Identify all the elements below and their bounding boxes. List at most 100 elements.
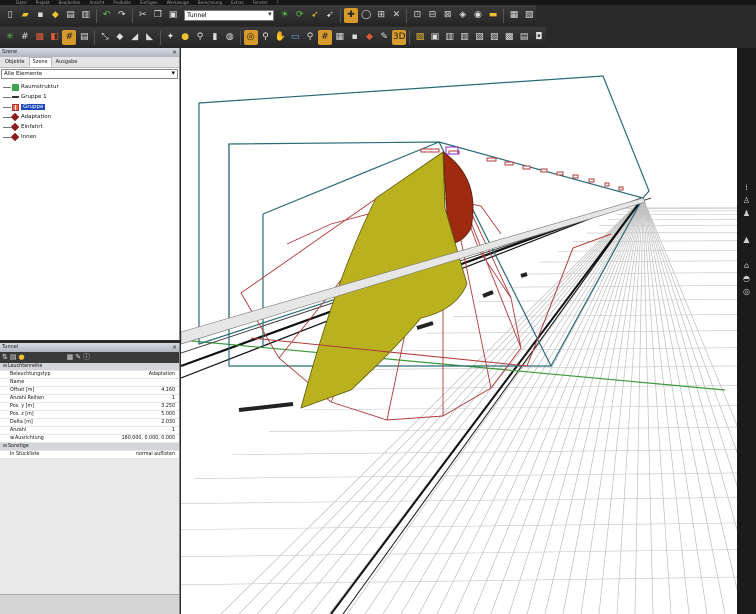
doc1-icon[interactable]: ▥ xyxy=(443,30,457,45)
bulb-icon[interactable]: ● xyxy=(19,354,25,361)
shape-icon[interactable]: ◆ xyxy=(113,30,127,45)
surface-icon[interactable]: ◆ xyxy=(363,30,377,45)
table-icon[interactable]: ▤ xyxy=(77,30,91,45)
category-leuchtenreihe[interactable]: ⊟Leuchtenreihe xyxy=(0,363,179,371)
rotate-circle-icon[interactable]: ◯ xyxy=(359,8,373,23)
pan-icon[interactable]: ✋ xyxy=(273,30,287,45)
calculator-icon[interactable]: ▦ xyxy=(507,8,521,23)
luminaire-icon[interactable]: ◣ xyxy=(143,30,157,45)
luminaire[interactable] xyxy=(604,182,610,187)
cut-icon[interactable]: ✂ xyxy=(136,8,150,23)
flag-icon[interactable]: ◧ xyxy=(48,30,62,45)
3d-view-icon[interactable]: 3D xyxy=(392,30,407,45)
view-top-icon[interactable]: ⊠ xyxy=(441,8,455,23)
prop-row[interactable]: Name xyxy=(0,379,179,387)
category-sonstige[interactable]: ⊟Sonstige xyxy=(0,443,179,451)
refresh-icon[interactable]: ⟳ xyxy=(293,8,307,23)
view-iso-icon[interactable]: ◈ xyxy=(456,8,470,23)
tree-item-raumstruktur[interactable]: Raumstruktur xyxy=(3,82,179,92)
new-file-icon[interactable]: ▯ xyxy=(3,8,17,23)
prop-row[interactable]: Anzahl Reihen 1 xyxy=(0,395,179,403)
luminaire[interactable] xyxy=(504,161,514,166)
doc5-icon[interactable]: ▩ xyxy=(502,30,516,45)
prop-row[interactable]: Pos. y [m] 3.250 xyxy=(0,403,179,411)
doc3-icon[interactable]: ▧ xyxy=(472,30,486,45)
compass-icon[interactable]: ✳ xyxy=(3,30,17,45)
tree-item-adaptation[interactable]: Adaptation xyxy=(3,112,179,122)
tunnel-3d-scene[interactable] xyxy=(181,48,737,614)
select-arrow-icon[interactable]: ➹ xyxy=(323,8,337,23)
prop-row[interactable]: ⊞Ausrichtung 180.000, 0.000, 0.000 xyxy=(0,435,179,443)
magnifier-icon[interactable]: ⚲ xyxy=(259,30,273,45)
close-icon[interactable]: × xyxy=(172,343,177,352)
doc2-icon[interactable]: ▥ xyxy=(458,30,472,45)
prop-row[interactable]: Pos. z [m] 5.000 xyxy=(0,411,179,419)
sort-icon[interactable]: ⇅ xyxy=(2,354,8,361)
color-icon[interactable]: ▨ xyxy=(413,30,427,45)
info-icon[interactable]: ⓘ xyxy=(83,354,90,361)
open-folder-icon[interactable]: ▰ xyxy=(18,8,32,23)
doc7-icon[interactable]: ◘ xyxy=(532,30,546,45)
move-cross-icon[interactable]: ✚ xyxy=(344,8,359,23)
luminaire[interactable] xyxy=(420,148,440,153)
cone-icon[interactable]: ▲ xyxy=(739,234,754,245)
prop-row[interactable]: Delta [m] 2.030 xyxy=(0,419,179,427)
luminaire[interactable] xyxy=(572,174,579,179)
copy-icon[interactable]: ❐ xyxy=(151,8,165,23)
doc6-icon[interactable]: ▤ xyxy=(517,30,531,45)
pencil-icon[interactable]: ✎ xyxy=(377,30,391,45)
prop-row[interactable]: Offset [m] 4.160 xyxy=(0,387,179,395)
tab-szene[interactable]: Szene xyxy=(28,57,52,67)
luminaire[interactable] xyxy=(522,165,531,170)
prop-row[interactable]: In Stückliste normal auflisten xyxy=(0,451,179,459)
house-icon[interactable]: ⌂ xyxy=(739,260,754,271)
zoom-icon[interactable]: ⚲ xyxy=(303,30,317,45)
report-icon[interactable]: ▧ xyxy=(522,8,536,23)
plane-icon[interactable]: ▩ xyxy=(33,30,47,45)
reset-icon[interactable]: ◎ xyxy=(739,286,754,297)
edit-icon[interactable]: ✎ xyxy=(75,354,81,361)
doc4-icon[interactable]: ▨ xyxy=(487,30,501,45)
hash-grid-icon[interactable]: # xyxy=(18,30,32,45)
grid-toggle-icon[interactable]: # xyxy=(317,30,332,45)
zoom-window-icon[interactable]: ▭ xyxy=(288,30,302,45)
lamp-icon[interactable]: ✦ xyxy=(163,30,177,45)
dots-icon[interactable]: ⁞ xyxy=(739,182,754,193)
luminaire[interactable] xyxy=(588,178,595,183)
export-icon[interactable]: ▥ xyxy=(79,8,93,23)
tools-icon[interactable]: ✕ xyxy=(389,8,403,23)
save-icon[interactable]: ▪ xyxy=(33,8,47,23)
tree-item-gruppe[interactable]: Gruppe xyxy=(3,102,179,112)
ruler-icon[interactable]: ▬ xyxy=(486,8,500,23)
window-icon[interactable]: ▣ xyxy=(428,30,442,45)
pen-icon[interactable]: ◢ xyxy=(128,30,142,45)
lens-icon[interactable]: ◍ xyxy=(223,30,237,45)
3d-viewport[interactable] xyxy=(181,48,737,614)
prop-row[interactable]: Beleuchtungstyp Adaptation xyxy=(0,371,179,379)
element-filter-select[interactable]: Alle Elemente xyxy=(1,69,178,79)
pin-icon[interactable]: ⚲ xyxy=(193,30,207,45)
orbit-icon[interactable]: ◎ xyxy=(243,30,258,45)
spotlight-icon[interactable]: ▮ xyxy=(208,30,222,45)
light-shape-icon[interactable]: ◓ xyxy=(739,273,754,284)
grid-active-icon[interactable]: # xyxy=(62,30,77,45)
crosshair-icon[interactable]: ⊞ xyxy=(374,8,388,23)
undo-icon[interactable]: ↶ xyxy=(100,8,114,23)
luminaire[interactable] xyxy=(486,157,497,162)
luminaire[interactable] xyxy=(556,171,564,176)
print-icon[interactable]: ▤ xyxy=(63,8,77,23)
path-icon[interactable]: ⤡ xyxy=(98,30,112,45)
tree-item-innen[interactable]: Innen xyxy=(3,132,179,142)
bulb-icon[interactable]: ● xyxy=(178,30,192,45)
person-icon[interactable]: ♟ xyxy=(739,208,754,219)
pointer-icon[interactable]: ➶ xyxy=(308,8,322,23)
grid-icon[interactable]: ▦ xyxy=(333,30,347,45)
tree-item-gruppe-1[interactable]: Gruppe 1 xyxy=(3,92,179,102)
category-icon[interactable]: ▤ xyxy=(10,354,17,361)
room-select[interactable]: Tunnel xyxy=(184,10,274,21)
settings-icon[interactable]: ▦ xyxy=(67,354,74,361)
light-green-icon[interactable]: ☀ xyxy=(278,8,292,23)
tab-objekte[interactable]: Objekte xyxy=(1,57,29,67)
tree-item-einfahrt[interactable]: Einfahrt xyxy=(3,122,179,132)
redo-icon[interactable]: ↷ xyxy=(115,8,129,23)
